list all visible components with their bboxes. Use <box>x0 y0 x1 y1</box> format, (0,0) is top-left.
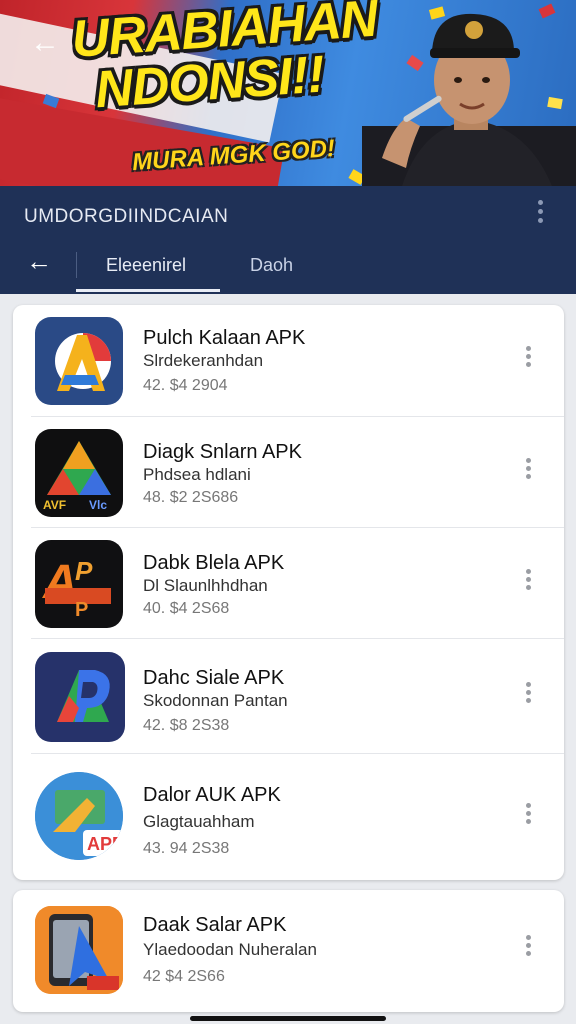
more-options-icon[interactable] <box>530 196 550 236</box>
app-subtitle: Glagtauahham <box>143 812 255 831</box>
app-subtitle: Skodonnan Pantan <box>143 691 288 710</box>
tricolor-triangle-icon: AVF Vlc <box>35 429 123 517</box>
more-options-icon[interactable] <box>521 455 535 491</box>
app-name: Dabk Blela APK <box>143 552 285 574</box>
phone-arrow-icon <box>35 906 123 994</box>
banner-headline: URABIAHAN NDONSI!! <box>70 0 382 119</box>
list-item[interactable]: Dahc Siale APK Skodonnan Pantan 42. $8 2… <box>13 639 564 754</box>
tab-divider <box>76 252 77 278</box>
app-list-card: Daak Salar APK Ylaedoodan Nuheralan 42 $… <box>13 890 564 1012</box>
hero-banner: ← URABIAHAN NDONSI!! MURA MGK GOD! <box>0 0 576 186</box>
app-meta: 42. $8 2S38 <box>143 717 230 734</box>
app-meta: 40. $4 2S68 <box>143 600 230 617</box>
more-options-icon[interactable] <box>521 800 535 836</box>
app-meta: 42. $4 2904 <box>143 377 228 394</box>
app-subtitle: Phdsea hdlani <box>143 465 251 484</box>
app-title: UMDORGDIINDCAIAN <box>24 206 229 227</box>
app-name: Dalor AUK APK <box>143 784 281 806</box>
app-name: Dahc Siale APK <box>143 667 285 689</box>
home-indicator[interactable] <box>190 1016 386 1021</box>
list-item[interactable]: AVF Vlc Diagk Snlarn APK Phdsea hdlani 4… <box>13 417 564 528</box>
svg-text:P: P <box>75 599 88 621</box>
app-list-card: Pulch Kalaan APK Slrdekeranhdan 42. $4 2… <box>13 305 564 880</box>
back-arrow-icon[interactable]: ← <box>28 26 62 60</box>
app-name: Pulch Kalaan APK <box>143 327 306 349</box>
app-meta: 42 $4 2S66 <box>143 968 225 985</box>
app-subtitle: Dl Slaunlhhdhan <box>143 576 268 595</box>
presenter-portrait <box>362 13 576 186</box>
tab-daoh[interactable]: Daoh <box>250 255 293 276</box>
list-item[interactable]: Pulch Kalaan APK Slrdekeranhdan 42. $4 2… <box>13 305 564 417</box>
app-meta: 48. $2 2S686 <box>143 489 239 506</box>
apb-globe-icon: APB <box>35 772 123 860</box>
svg-text:P: P <box>75 556 93 586</box>
app-header <box>0 186 576 294</box>
p-letter-blue-icon <box>35 652 125 742</box>
active-tab-indicator <box>76 289 220 292</box>
app-subtitle: Ylaedoodan Nuheralan <box>143 940 317 959</box>
app-meta: 43. 94 2S38 <box>143 840 230 857</box>
list-item[interactable]: A P P Dabk Blela APK Dl Slaunlhhdhan 40.… <box>13 528 564 639</box>
app-name: Diagk Snlarn APK <box>143 441 302 463</box>
back-arrow-icon[interactable]: ← <box>26 246 52 277</box>
more-options-icon[interactable] <box>521 932 535 968</box>
app-subtitle: Slrdekeranhdan <box>143 351 264 370</box>
more-options-icon[interactable] <box>521 343 535 379</box>
ap-letters-icon: A P P <box>35 540 123 628</box>
tab-eleeenirel[interactable]: Eleeenirel <box>106 255 186 276</box>
a-letter-blue-icon <box>35 317 123 405</box>
app-name: Daak Salar APK <box>143 914 287 936</box>
list-item[interactable]: APB Dalor AUK APK Glagtauahham 43. 94 2S… <box>13 754 564 880</box>
list-item[interactable]: Daak Salar APK Ylaedoodan Nuheralan 42 $… <box>13 890 564 1012</box>
svg-text:Vlc: Vlc <box>89 498 107 512</box>
more-options-icon[interactable] <box>521 679 535 715</box>
svg-text:AVF: AVF <box>43 498 66 512</box>
svg-text:APB: APB <box>87 834 123 854</box>
more-options-icon[interactable] <box>521 566 535 602</box>
